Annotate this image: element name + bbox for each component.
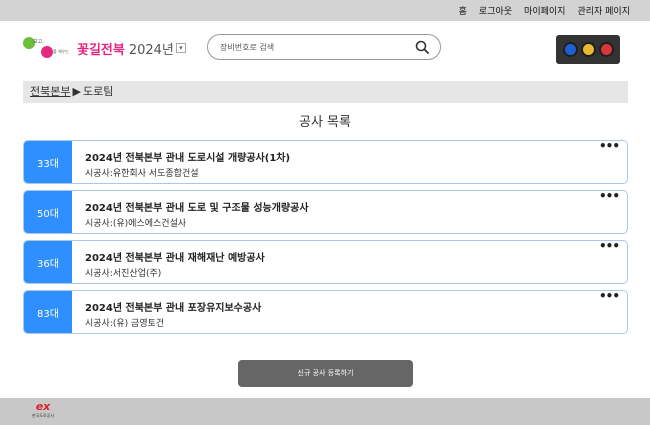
company-name: 한국도로공사 <box>31 413 55 418</box>
traffic-light-icon <box>556 35 620 64</box>
more-options-icon[interactable]: ••• <box>599 141 620 153</box>
traffic-light-yellow <box>580 42 596 57</box>
search-icon[interactable] <box>415 40 429 54</box>
more-options-icon[interactable]: ••• <box>599 241 620 253</box>
logo-mark: 보고, 를 케우는 <box>23 35 73 61</box>
breadcrumb-arrow-icon: ▶ <box>72 85 81 98</box>
project-number-badge: 50대 <box>24 191 72 233</box>
traffic-light-blue <box>562 42 578 57</box>
project-card[interactable]: 33대 2024년 전북본부 관내 도로시설 개량공사(1차) 시공사:유한회사… <box>23 140 628 184</box>
project-title: 2024년 전북본부 관내 재해재난 예방공사 <box>85 253 265 264</box>
year-selector[interactable]: 2024년 <box>129 39 174 58</box>
logo-title: 꽃길전북 <box>77 42 125 58</box>
app-logo[interactable]: 보고, 를 케우는 꽃길전북 2024년 ▾ <box>23 35 186 61</box>
page-title: 공사 목록 <box>299 115 351 130</box>
breadcrumb-current: 도로팀 <box>82 85 114 98</box>
chevron-down-icon[interactable]: ▾ <box>175 43 186 53</box>
logout-link[interactable]: 로그아웃 <box>479 4 512 17</box>
project-card[interactable]: 50대 2024년 전북본부 관내 도로 및 구조물 성능개량공사 시공사:(유… <box>23 190 628 234</box>
top-bar: 홈 로그아웃 마이페이지 관리자 페이지 <box>0 0 650 21</box>
logo-small-text-2: 를 케우는 <box>53 49 69 54</box>
project-contractor: 시공사:유한회사 서도종합건설 <box>85 169 199 179</box>
more-options-icon[interactable]: ••• <box>599 191 620 203</box>
project-card[interactable]: 36대 2024년 전북본부 관내 재해재난 예방공사 시공사:서진산업(주) … <box>23 240 628 284</box>
project-contractor: 시공사:(유)에스에스건설사 <box>85 219 187 229</box>
project-number-badge: 83대 <box>24 291 72 333</box>
project-number-badge: 33대 <box>24 141 72 183</box>
logo-pink-dot <box>41 46 53 58</box>
admin-page-link[interactable]: 관리자 페이지 <box>577 4 630 17</box>
project-title: 2024년 전북본부 관내 포장유지보수공사 <box>85 303 262 314</box>
ex-logo-mark: ex <box>35 400 51 413</box>
footer: ex 한국도로공사 <box>0 398 650 425</box>
project-contractor: 시공사:(유) 금영토건 <box>85 319 165 329</box>
mypage-link[interactable]: 마이페이지 <box>524 4 565 17</box>
project-number-badge: 36대 <box>24 241 72 283</box>
home-link[interactable]: 홈 <box>459 4 467 17</box>
top-nav: 홈 로그아웃 마이페이지 관리자 페이지 <box>459 4 630 17</box>
search-input[interactable] <box>220 39 410 55</box>
project-card[interactable]: 83대 2024년 전북본부 관내 포장유지보수공사 시공사:(유) 금영토건 … <box>23 290 628 334</box>
breadcrumb-parent[interactable]: 전북본부 <box>30 85 70 98</box>
logo-small-text: 보고, <box>33 39 44 45</box>
project-title: 2024년 전북본부 관내 도로시설 개량공사(1차) <box>85 153 291 164</box>
search-box <box>207 34 441 60</box>
traffic-light-red <box>598 42 614 57</box>
project-title: 2024년 전북본부 관내 도로 및 구조물 성능개량공사 <box>85 203 309 214</box>
register-new-project-button[interactable]: 신규 공사 등록하기 <box>238 360 413 387</box>
breadcrumb: 전북본부 ▶ 도로팀 <box>23 81 628 103</box>
company-logo: ex 한국도로공사 <box>26 401 60 423</box>
project-contractor: 시공사:서진산업(주) <box>85 269 162 279</box>
more-options-icon[interactable]: ••• <box>599 291 620 303</box>
